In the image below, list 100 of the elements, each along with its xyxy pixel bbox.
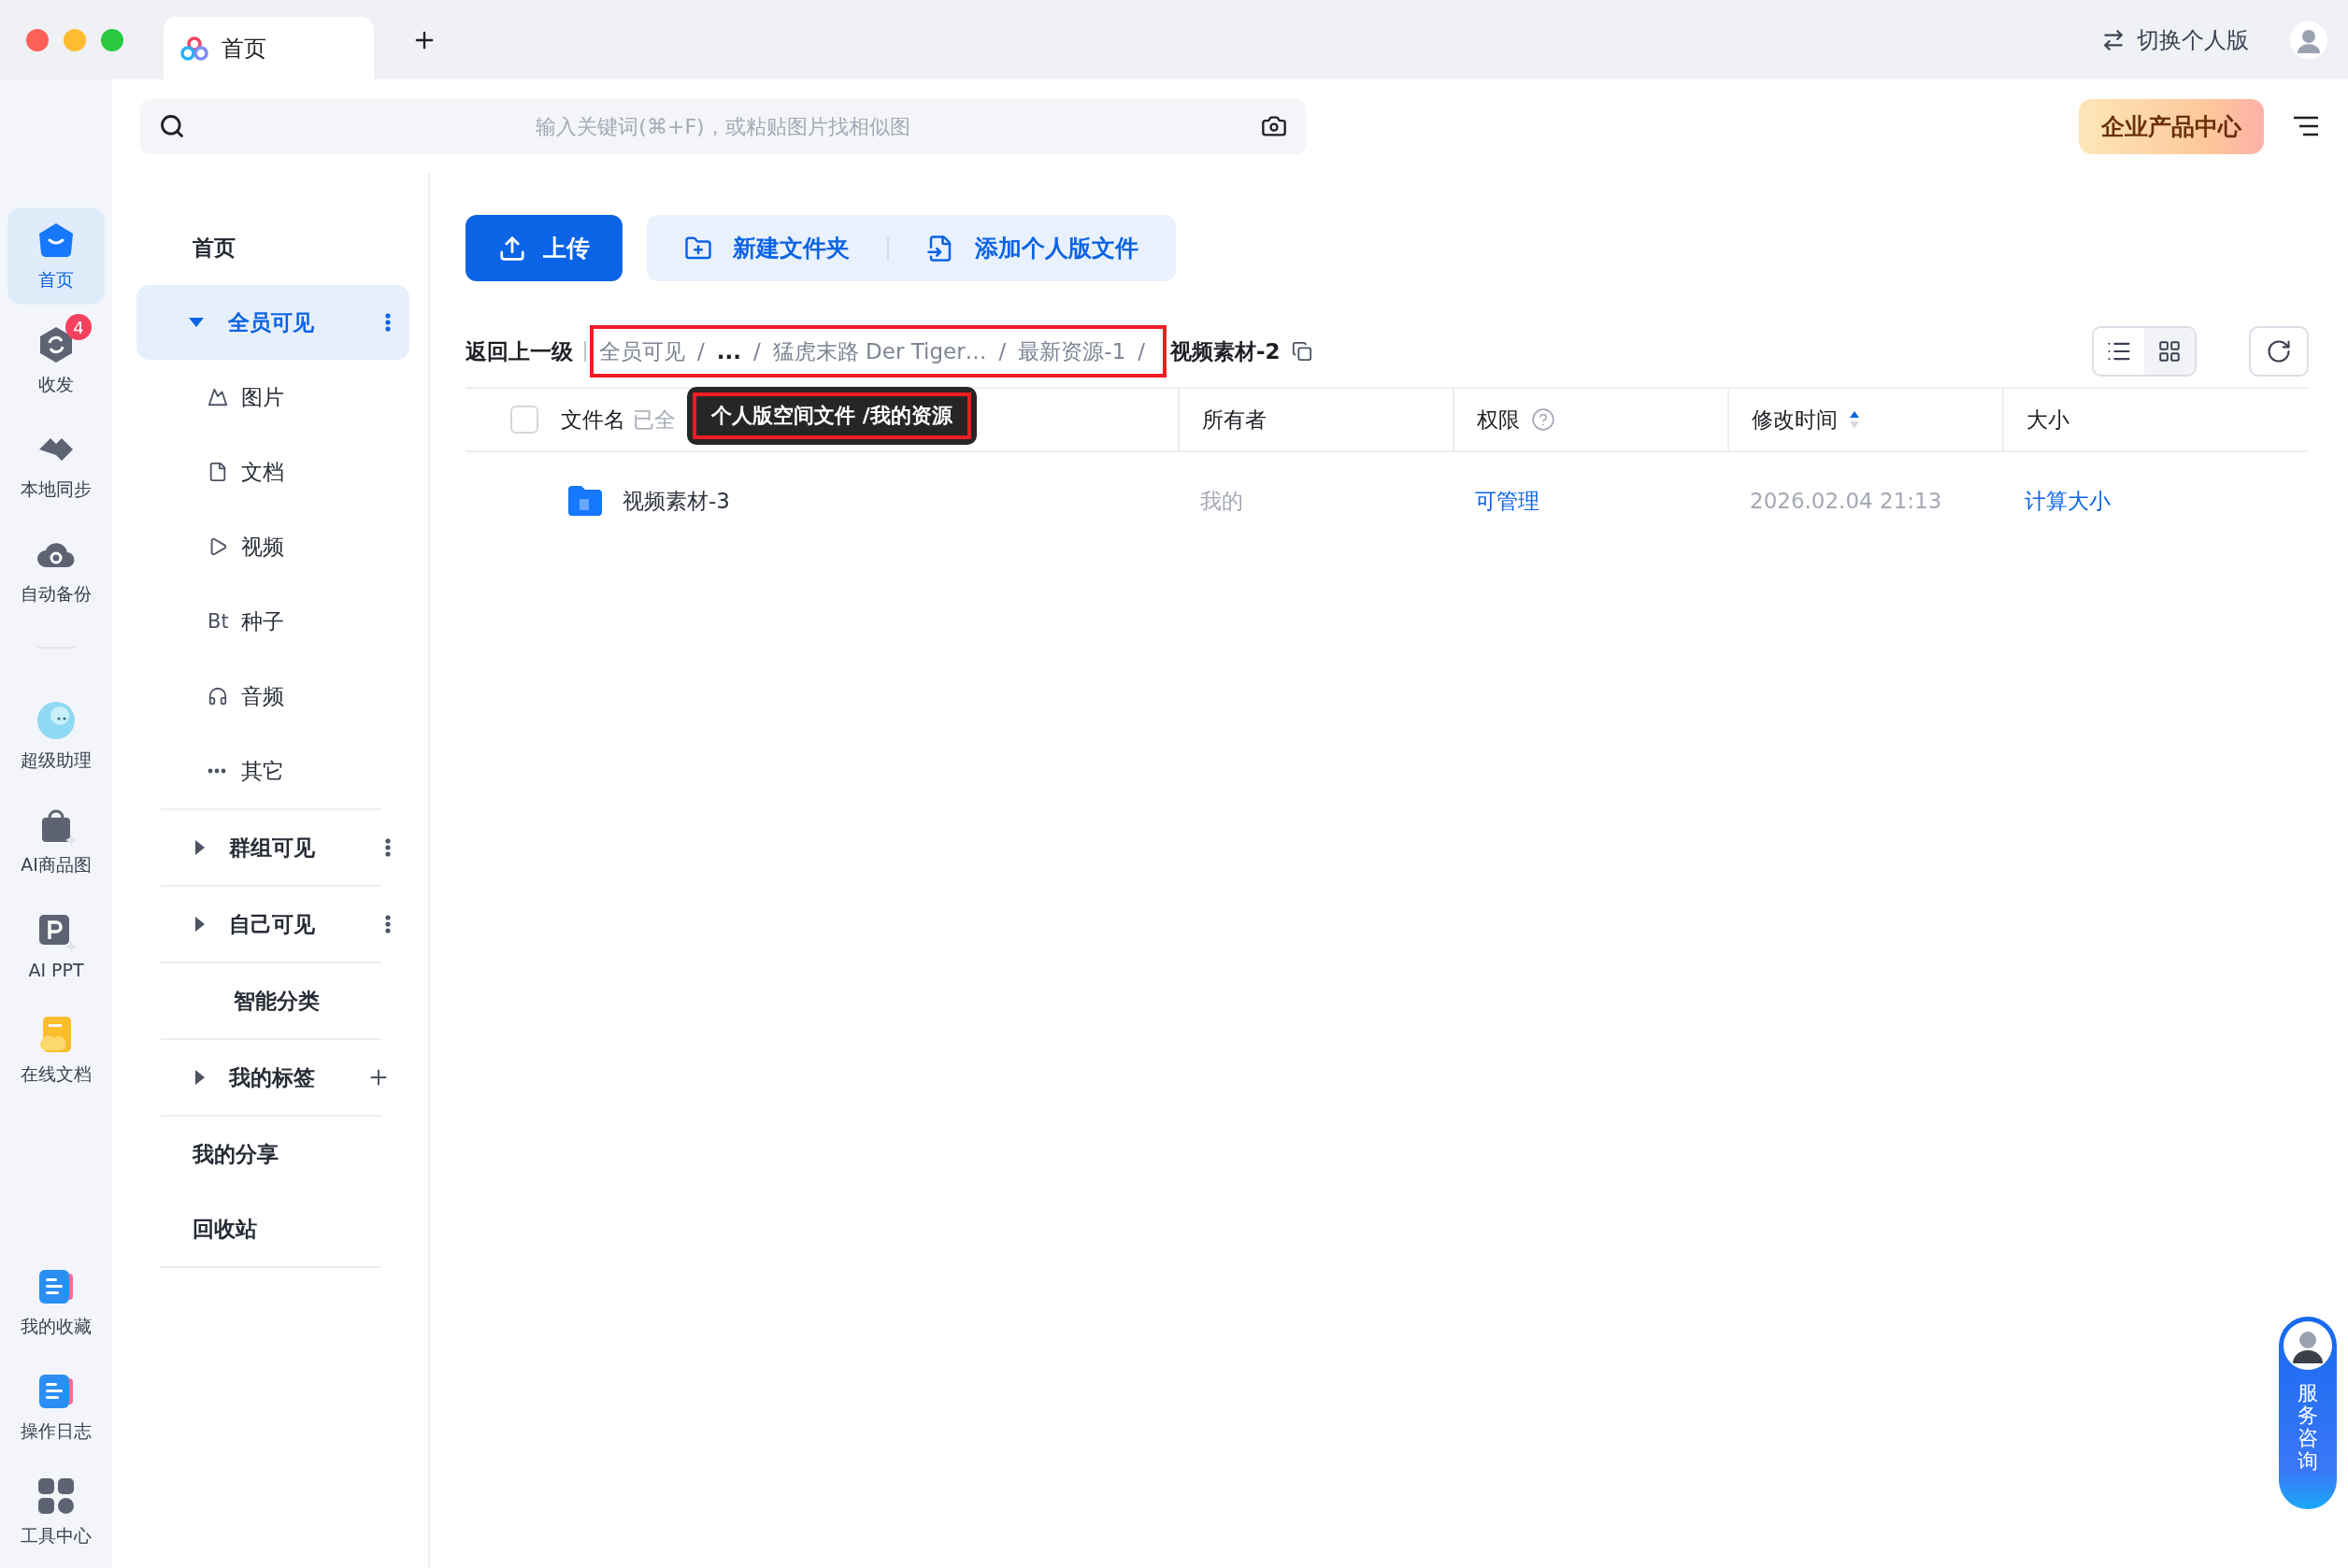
sidebar-item[interactable]: Bt 种子 <box>136 584 409 659</box>
table-cell-text: 我的 <box>1200 487 1243 515</box>
sidebar-item[interactable]: 智能分类 <box>136 963 409 1038</box>
more-icon <box>385 313 391 332</box>
file-icon <box>208 462 228 482</box>
breadcrumb-separator: / <box>697 339 705 363</box>
sidebar-item[interactable]: 文档 <box>136 435 409 509</box>
tab-label: 首页 <box>222 34 266 64</box>
folder-icon <box>566 484 604 518</box>
item-label: 种子 <box>241 607 284 635</box>
new-folder-button[interactable]: 新建文件夹 <box>684 233 850 264</box>
user-avatar[interactable] <box>2290 21 2327 59</box>
enterprise-center-button[interactable]: 企业产品中心 <box>2079 98 2264 154</box>
switch-edition-button[interactable]: 切换个人版 <box>2096 23 2255 56</box>
column-header: 大小 <box>2026 406 2069 434</box>
nav-item[interactable]: 本地同步 <box>7 417 105 514</box>
mountain-icon <box>208 387 228 407</box>
file-name[interactable]: 视频素材-3 <box>623 486 730 516</box>
close-window-button[interactable] <box>26 28 49 51</box>
calculate-size-link[interactable]: 计算大小 <box>2025 486 2111 516</box>
breadcrumb-link[interactable]: ... <box>716 339 741 363</box>
sidebar-item[interactable]: 回收站 <box>136 1191 409 1266</box>
headphones-icon <box>208 686 228 706</box>
apps-grid-icon <box>36 1475 77 1517</box>
sidebar-section[interactable]: 我的标签 <box>136 1040 409 1115</box>
sidebar-section[interactable]: 群组可见 <box>136 810 409 885</box>
assistant-icon <box>36 700 77 741</box>
item-label: 视频 <box>241 533 284 561</box>
sidebar-section[interactable]: 全员可见 <box>136 285 409 360</box>
more-button[interactable] <box>385 915 391 934</box>
caret-down-icon <box>187 316 206 329</box>
nav-item[interactable]: 我的收藏 <box>7 1254 105 1351</box>
column-header: 所有者 <box>1202 406 1267 434</box>
search-icon <box>159 113 185 139</box>
section-label: 全员可见 <box>228 308 314 336</box>
breadcrumb-link[interactable]: 最新资源-1 <box>1018 336 1126 366</box>
column-header[interactable]: 修改时间 <box>1752 405 1838 435</box>
nav-item[interactable]: 首页 <box>7 207 105 305</box>
copy-button[interactable] <box>1291 341 1312 362</box>
section-label: 自己可见 <box>229 910 315 938</box>
nav-item[interactable]: 操作日志 <box>7 1359 105 1456</box>
bt-icon: Bt <box>208 610 229 633</box>
tooltip-text: 个人版空间文件 /我的资源 <box>693 392 971 439</box>
breadcrumb-separator: / <box>998 339 1007 363</box>
nav-item[interactable]: 在线文档 <box>7 1002 105 1099</box>
browser-tab[interactable]: 首页 <box>164 17 374 79</box>
swap-icon <box>2101 27 2126 52</box>
search-bar[interactable]: 输入关键词(⌘+F)，或粘贴图片找相似图 <box>140 98 1306 154</box>
copy-icon <box>1291 341 1312 362</box>
breadcrumb-separator: / <box>752 339 761 363</box>
grid-icon <box>2157 339 2182 363</box>
more-icon <box>385 915 391 934</box>
sidebar-item[interactable]: 首页 <box>136 210 409 285</box>
current-folder: 视频素材-2 <box>1170 337 1281 365</box>
refresh-icon <box>2266 338 2292 364</box>
nav-item[interactable]: AI商品图 <box>7 792 105 890</box>
service-button[interactable]: 服务咨询 <box>2279 1317 2337 1509</box>
nav-item[interactable]: AI PPT <box>7 897 105 994</box>
sidebar-item[interactable]: 图片 <box>136 360 409 435</box>
sidebar-section[interactable]: 自己可见 <box>136 887 409 962</box>
add-personal-files-button[interactable]: 添加个人版文件 <box>926 233 1138 264</box>
select-all-checkbox[interactable] <box>510 406 538 434</box>
permission-link[interactable]: 可管理 <box>1475 486 1539 516</box>
caret-right-icon <box>193 915 207 934</box>
caret-right-icon <box>193 838 207 857</box>
upload-button[interactable]: 上传 <box>465 215 623 281</box>
more-button[interactable] <box>385 838 391 857</box>
agent-avatar <box>2283 1320 2333 1371</box>
item-label: 音频 <box>241 682 284 710</box>
more-icon <box>208 768 226 774</box>
breadcrumb-link[interactable]: 全员可见 <box>599 336 685 366</box>
table-cell: 2026.02.04 21:13 <box>1750 489 1942 513</box>
more-button[interactable] <box>385 313 391 332</box>
section-label: 我的标签 <box>229 1063 315 1091</box>
grid-view-button[interactable] <box>2144 328 2195 375</box>
section-label: 群组可见 <box>229 834 315 862</box>
item-label: 图片 <box>241 383 284 411</box>
sidebar-item[interactable]: 其它 <box>136 734 409 808</box>
menu-button[interactable] <box>2292 115 2320 137</box>
item-label: 文档 <box>241 458 284 486</box>
nav-item[interactable]: 工具中心 <box>7 1463 105 1561</box>
nav-item[interactable]: 超级助理 <box>7 688 105 785</box>
nav-item[interactable]: 收发 4 <box>7 312 105 409</box>
back-link[interactable]: 返回上一级 <box>465 336 573 366</box>
nav-item[interactable]: 自动备份 <box>7 521 105 619</box>
item-label: 其它 <box>241 757 284 785</box>
sidebar-item[interactable]: 音频 <box>136 659 409 734</box>
column-header: 权限 <box>1477 406 1520 434</box>
search-field[interactable]: 输入关键词(⌘+F)，或粘贴图片找相似图 <box>185 113 1261 139</box>
upload-icon <box>498 234 526 263</box>
sort-icon[interactable] <box>1849 410 1860 429</box>
caret-right-icon <box>193 1068 207 1087</box>
rings-logo-icon <box>180 36 208 61</box>
breadcrumb-separator: / <box>1138 339 1146 363</box>
refresh-button[interactable] <box>2249 326 2309 377</box>
column-header: 文件名 <box>561 406 625 434</box>
sidebar-item[interactable]: 视频 <box>136 509 409 584</box>
breadcrumb-link[interactable]: 猛虎末路 Der Tiger… <box>772 336 987 366</box>
sidebar-item[interactable]: 我的分享 <box>136 1117 409 1191</box>
more-icon <box>385 838 391 857</box>
